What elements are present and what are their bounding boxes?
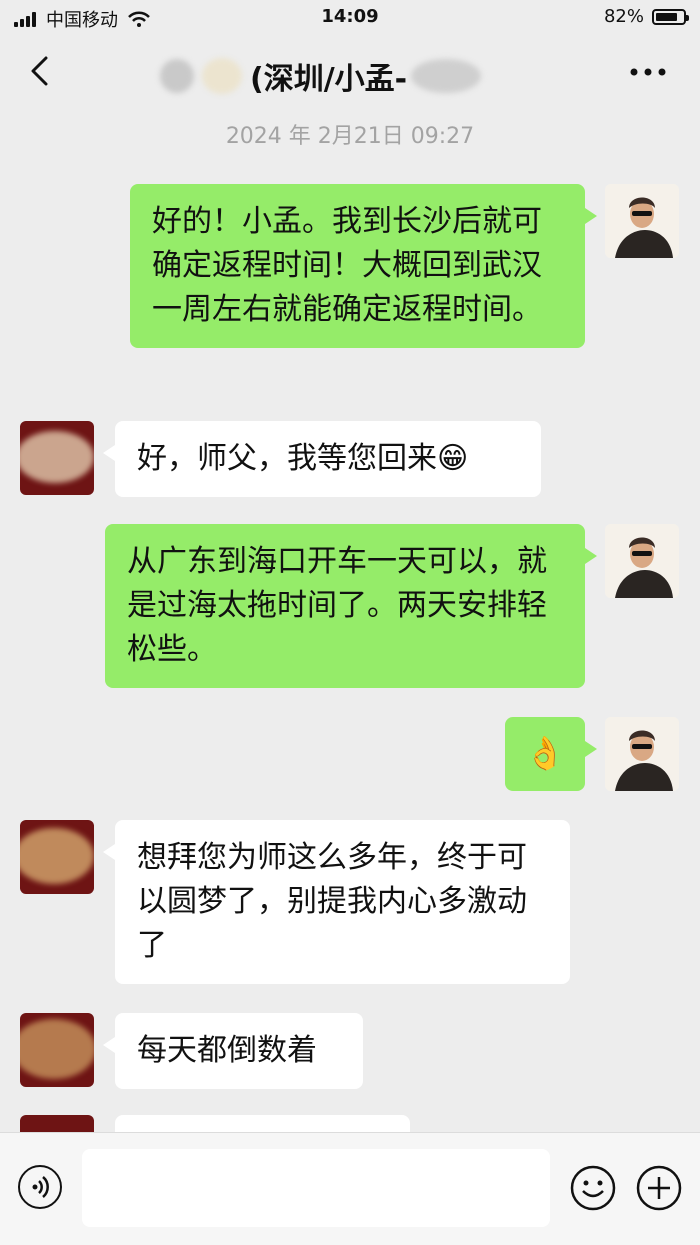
message-text: 想拜您为师这么多年，终于可以圆梦了，别提我内心多激动了	[137, 840, 527, 963]
message-text: 好的！小孟。我到长沙后就可确定返程时间！大概回到武汉一周左右就能确定返程时间。	[152, 204, 542, 327]
blurred-avatar-icon	[20, 431, 94, 483]
message-bubble[interactable]: 👌	[505, 717, 597, 791]
emoji-icon[interactable]	[570, 1165, 616, 1211]
status-time: 14:09	[321, 6, 379, 27]
my-avatar[interactable]	[605, 524, 679, 598]
my-avatar[interactable]	[605, 184, 679, 258]
battery-percent: 82%	[603, 6, 644, 27]
contact-avatar[interactable]	[20, 1013, 94, 1087]
voice-button[interactable]	[18, 1165, 62, 1209]
chat-title-area[interactable]: (深圳/小孟-	[160, 54, 482, 98]
contact-avatar[interactable]	[20, 421, 94, 495]
add-icon[interactable]	[636, 1165, 682, 1211]
status-right: 82%	[603, 6, 689, 27]
message-bubble[interactable]: 想拜您为师这么多年，终于可以圆梦了，别提我内心多激动了	[103, 820, 570, 984]
message-text: 从广东到海口开车一天可以，就是过海太拖时间了。两天安排轻松些。	[127, 544, 547, 667]
message-bubble[interactable]: 好，师父，我等您回来😁	[103, 421, 541, 497]
my-avatar[interactable]	[605, 717, 679, 791]
grin-emoji-icon: 😁	[437, 441, 469, 476]
chat-header: (深圳/小孟-	[0, 36, 700, 108]
ok-hand-emoji-icon: 👌	[525, 734, 565, 772]
message-timestamp: 2024 年 2月21日 09:27	[225, 124, 475, 149]
blurred-avatar-icon	[20, 1019, 94, 1079]
blurred-name-icon	[160, 59, 194, 93]
more-icon[interactable]	[628, 62, 668, 82]
blurred-name-icon	[202, 58, 242, 94]
blurred-avatar-icon	[20, 828, 94, 884]
contact-avatar[interactable]	[20, 1115, 94, 1132]
input-bar	[0, 1132, 700, 1245]
battery-icon	[652, 8, 689, 25]
blurred-name-icon	[411, 59, 482, 93]
message-bubble[interactable]: 好的！小孟。我到长沙后就可确定返程时间！大概回到武汉一周左右就能确定返程时间。	[130, 184, 597, 348]
message-bubble[interactable]: 从广东到海口开车一天可以，就是过海太拖时间了。两天安排轻松些。	[105, 524, 597, 688]
man-portrait-icon	[605, 184, 679, 258]
status-bar: 中国移动 14:09 82%	[0, 0, 700, 36]
back-icon[interactable]	[26, 56, 56, 86]
voice-icon	[32, 1176, 49, 1198]
message-input[interactable]	[82, 1149, 550, 1227]
man-portrait-icon	[605, 717, 679, 791]
man-portrait-icon	[605, 524, 679, 598]
contact-avatar[interactable]	[20, 820, 94, 894]
battery-fill	[656, 12, 677, 21]
message-bubble[interactable]	[115, 1115, 410, 1132]
message-text: 好，师父，我等您回来	[137, 441, 437, 476]
message-bubble[interactable]: 每天都倒数着	[103, 1013, 363, 1089]
message-text: 每天都倒数着	[137, 1033, 317, 1068]
chat-title: (深圳/小孟-	[250, 62, 408, 97]
